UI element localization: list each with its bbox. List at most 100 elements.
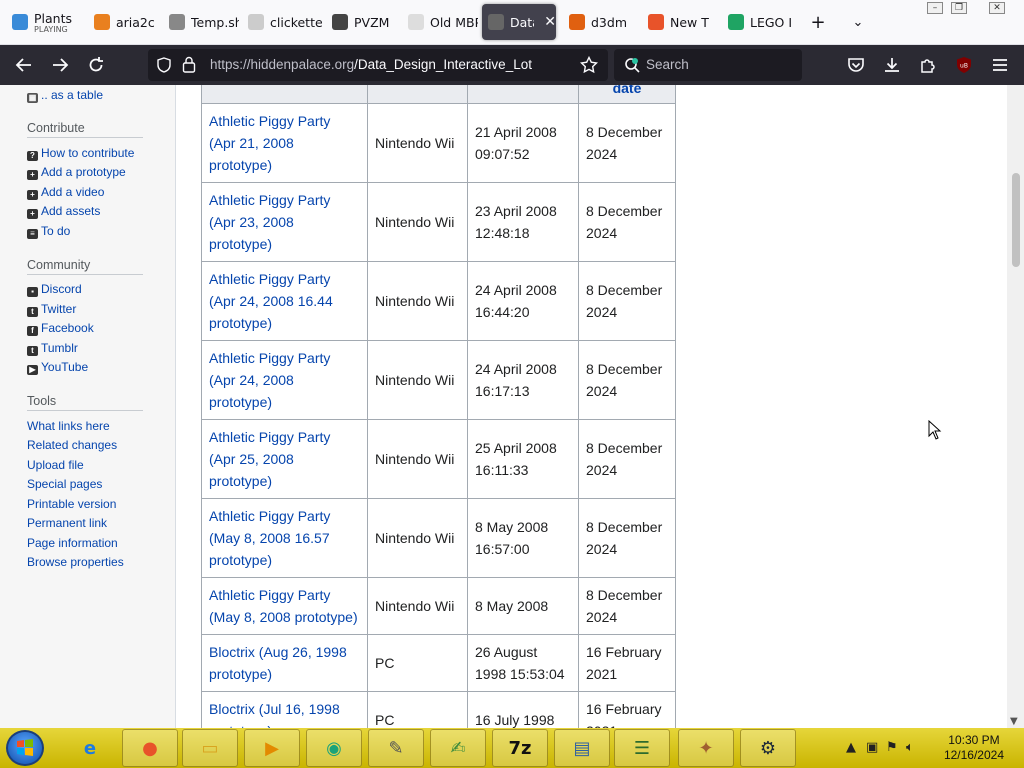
table-cell-name[interactable]: Athletic Piggy Party (May 8, 2008 prototy…: [201, 577, 368, 635]
tab-apple[interactable]: Old MBP B: [402, 4, 478, 40]
show-hidden-icons-icon[interactable]: ▲: [846, 740, 856, 755]
url-text[interactable]: https://hiddenpalace.org/Data_Design_Int…: [210, 57, 532, 72]
sidebar-link-discord[interactable]: ▪ Discord: [27, 282, 82, 297]
cell-line: Bloctrix (Jul 16, 1998: [209, 701, 340, 717]
tab-hiddenpalace[interactable]: Data ✕: [482, 4, 556, 40]
table-cell-name[interactable]: Athletic Piggy Party (Apr 24, 2008 16.44 p…: [201, 261, 368, 341]
computer-taskbar-button[interactable]: ▤: [554, 729, 610, 767]
table-cell-name[interactable]: Bloctrix (Jul 16, 1998 prototype): [201, 691, 368, 728]
game-taskbar-button[interactable]: ✦: [678, 729, 734, 767]
column-header-platform[interactable]: [367, 85, 468, 104]
sidebar-link-browse-properties[interactable]: Browse properties: [27, 555, 124, 569]
table-cell-name[interactable]: Athletic Piggy Party (Apr 25, 2008 prototy…: [201, 419, 368, 499]
sidebar-link-related-changes[interactable]: Related changes: [27, 438, 117, 452]
sidebar-link-tumblr[interactable]: t Tumblr: [27, 341, 78, 356]
microphone-taskbar-button[interactable]: ✎: [368, 729, 424, 767]
sidebar-link-printable-version[interactable]: Printable version: [27, 497, 116, 511]
table-cell-build: 8 May 2008 16:57:00: [467, 498, 579, 578]
volume-icon[interactable]: 🔈︎: [906, 740, 914, 755]
minimize-window-button[interactable]: –: [927, 2, 943, 14]
new-tab-button[interactable]: +: [806, 10, 830, 34]
tab-pvzm[interactable]: PVZM: [326, 4, 398, 40]
media-player-taskbar-button[interactable]: ▶: [244, 729, 300, 767]
sidebar-link-twitter[interactable]: t Twitter: [27, 302, 76, 317]
prototype-link[interactable]: Athletic Piggy Party (May 8, 2008 prototy…: [209, 584, 360, 628]
steam-taskbar-button[interactable]: ⚙: [740, 729, 796, 767]
sidebar-link-facebook[interactable]: f Facebook: [27, 321, 94, 336]
7zip-taskbar-button[interactable]: 7z: [492, 729, 548, 767]
view-as-table-link[interactable]: ▦.. as a table: [27, 88, 103, 103]
back-button[interactable]: [12, 53, 36, 77]
lock-icon[interactable]: [182, 56, 196, 73]
tab-firefox[interactable]: New T: [642, 4, 718, 40]
cell-line: 09:07:52: [475, 146, 530, 162]
table-cell-name[interactable]: Athletic Piggy Party (May 8, 2008 16.57 pr…: [201, 498, 368, 578]
scroll-down-arrow-icon[interactable]: ▼: [1010, 716, 1018, 727]
list-app-taskbar-button[interactable]: ☰: [614, 729, 670, 767]
prototype-link[interactable]: Athletic Piggy Party (Apr 24, 2008 prototy…: [209, 347, 360, 413]
firefox-taskbar-button[interactable]: ●: [122, 729, 178, 767]
url-bar[interactable]: https://hiddenpalace.org/Data_Design_Int…: [148, 49, 608, 81]
forward-button[interactable]: [48, 53, 72, 77]
reload-button[interactable]: [84, 53, 108, 77]
prototype-link[interactable]: Bloctrix (Jul 16, 1998 prototype): [209, 698, 360, 728]
sidebar-link-page-information[interactable]: Page information: [27, 536, 118, 550]
tab-clickette[interactable]: clickette.: [242, 4, 322, 40]
notepad-taskbar-button[interactable]: ✍: [430, 729, 486, 767]
close-window-button[interactable]: ✕: [989, 2, 1005, 14]
sidebar-link-permanent-link[interactable]: Permanent link: [27, 516, 107, 530]
sidebar-link-add-assets[interactable]: + Add assets: [27, 204, 100, 219]
prototype-link[interactable]: Bloctrix (Aug 26, 1998 prototype): [209, 641, 360, 685]
sidebar-link-what-links-here[interactable]: What links here: [27, 419, 110, 433]
shield-icon[interactable]: [156, 57, 172, 73]
sidebar-link-add-a-video[interactable]: + Add a video: [27, 185, 104, 200]
tab-shield[interactable]: aria2c: [88, 4, 160, 40]
prototype-link[interactable]: Athletic Piggy Party (Apr 25, 2008 prototy…: [209, 426, 360, 492]
search-engine-icon[interactable]: [624, 57, 641, 74]
table-cell-name[interactable]: Athletic Piggy Party (Apr 21, 2008 prototy…: [201, 103, 368, 183]
system-tray: ▲ ▣ ⚑ 🔈︎ 10:30 PM 12/16/2024: [834, 728, 1024, 768]
cell-line: 2024: [586, 609, 618, 625]
pocket-button[interactable]: [844, 53, 868, 77]
sidebar-link-youtube[interactable]: ▶ YouTube: [27, 360, 88, 375]
ie-taskbar-button[interactable]: e: [62, 729, 118, 767]
tab-plants[interactable]: Plants PLAYING: [6, 4, 72, 40]
sidebar-link-special-pages[interactable]: Special pages: [27, 477, 102, 491]
extensions-button[interactable]: [916, 53, 940, 77]
menu-button[interactable]: [988, 53, 1012, 77]
ublock-button[interactable]: uB: [952, 53, 976, 77]
column-header-build-date[interactable]: [467, 85, 579, 104]
tab-title: Plants PLAYING: [34, 11, 72, 34]
sidebar-link-upload-file[interactable]: Upload file: [27, 458, 84, 472]
explorer-taskbar-button[interactable]: ▭: [182, 729, 238, 767]
table-cell-name[interactable]: Bloctrix (Aug 26, 1998 prototype): [201, 634, 368, 692]
table-cell-name[interactable]: Athletic Piggy Party (Apr 23, 2008 prototy…: [201, 182, 368, 262]
sidebar-link-to-do[interactable]: ≡ To do: [27, 224, 70, 239]
prototype-link[interactable]: Athletic Piggy Party (Apr 23, 2008 prototy…: [209, 189, 360, 255]
page-scrollbar[interactable]: ▼: [1007, 85, 1024, 728]
prototype-link[interactable]: Athletic Piggy Party (Apr 21, 2008 prototy…: [209, 110, 360, 176]
sidebar-link-add-a-prototype[interactable]: + Add a prototype: [27, 165, 126, 180]
bookmark-star-icon[interactable]: [580, 56, 598, 74]
edge-taskbar-button[interactable]: ◉: [306, 729, 362, 767]
prototype-link[interactable]: Athletic Piggy Party (Apr 24, 2008 16.44 p…: [209, 268, 360, 334]
system-clock[interactable]: 10:30 PM 12/16/2024: [944, 733, 1004, 763]
tab-gear[interactable]: d3dm: [563, 4, 637, 40]
cell-line: 25 April 2008: [475, 440, 557, 456]
restore-window-button[interactable]: ❐: [951, 2, 967, 14]
search-bar[interactable]: Search: [614, 49, 802, 81]
downloads-button[interactable]: [880, 53, 904, 77]
start-button[interactable]: [6, 730, 44, 766]
column-header-name[interactable]: [201, 85, 368, 104]
scrollbar-thumb[interactable]: [1012, 173, 1020, 267]
tab-close-icon[interactable]: ✕: [544, 14, 556, 30]
prototype-link[interactable]: Athletic Piggy Party (May 8, 2008 16.57 pr…: [209, 505, 360, 571]
tab-google-drive[interactable]: LEGO I: [722, 4, 798, 40]
list-all-tabs-chevron-down-icon[interactable]: ⌄: [846, 10, 870, 34]
sidebar-link-how-to-contribute[interactable]: ? How to contribute: [27, 146, 134, 161]
table-cell-name[interactable]: Athletic Piggy Party (Apr 24, 2008 prototy…: [201, 340, 368, 420]
column-header-added-date[interactable]: date: [578, 85, 676, 104]
network-icon[interactable]: ▣: [866, 740, 878, 755]
action-center-flag-icon[interactable]: ⚑: [886, 740, 898, 755]
tab-temp[interactable]: Temp.sh |: [163, 4, 239, 40]
